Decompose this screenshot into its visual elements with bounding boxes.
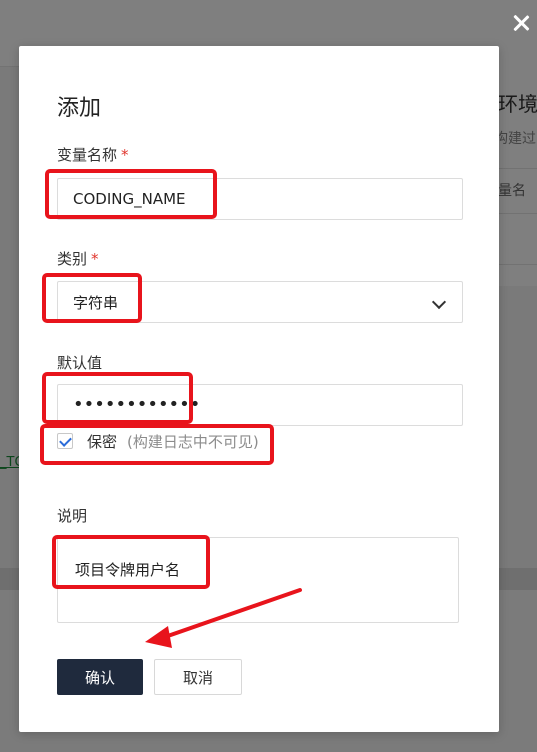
dialog-title: 添加 bbox=[57, 96, 102, 121]
variable-name-value: CODING_NAME bbox=[73, 190, 186, 208]
category-label: 类别 * bbox=[57, 248, 99, 269]
chevron-down-icon bbox=[431, 294, 447, 310]
default-value-label: 默认值 bbox=[57, 354, 103, 372]
secret-option[interactable]: 保密 (构建日志中不可见) bbox=[57, 430, 259, 452]
variable-name-input[interactable]: CODING_NAME bbox=[57, 178, 463, 220]
category-selected-value: 字符串 bbox=[73, 293, 119, 312]
required-mark: * bbox=[121, 146, 129, 164]
cancel-button[interactable]: 取消 bbox=[154, 659, 242, 695]
variable-name-label-text: 变量名称 bbox=[57, 146, 118, 164]
default-value-input[interactable]: •••••••••••• bbox=[57, 384, 463, 426]
variable-name-label: 变量名称 * bbox=[57, 144, 129, 165]
category-label-text: 类别 bbox=[57, 250, 88, 268]
description-textarea[interactable]: 项目令牌用户名 bbox=[57, 537, 459, 623]
required-mark: * bbox=[91, 250, 99, 268]
add-variable-dialog: 添加 变量名称 * CODING_NAME 类别 * 字符串 默认值 •••••••… bbox=[19, 46, 499, 732]
secret-hint: (构建日志中不可见) bbox=[127, 432, 259, 451]
secret-label: 保密 bbox=[87, 432, 118, 451]
description-label: 说明 bbox=[57, 507, 88, 525]
default-value-masked: •••••••••••• bbox=[73, 394, 201, 415]
close-icon[interactable] bbox=[510, 12, 532, 34]
description-value: 项目令牌用户名 bbox=[75, 561, 181, 579]
secret-checkbox[interactable] bbox=[57, 433, 73, 449]
confirm-button[interactable]: 确认 bbox=[57, 659, 143, 695]
category-select[interactable]: 字符串 bbox=[57, 281, 463, 323]
